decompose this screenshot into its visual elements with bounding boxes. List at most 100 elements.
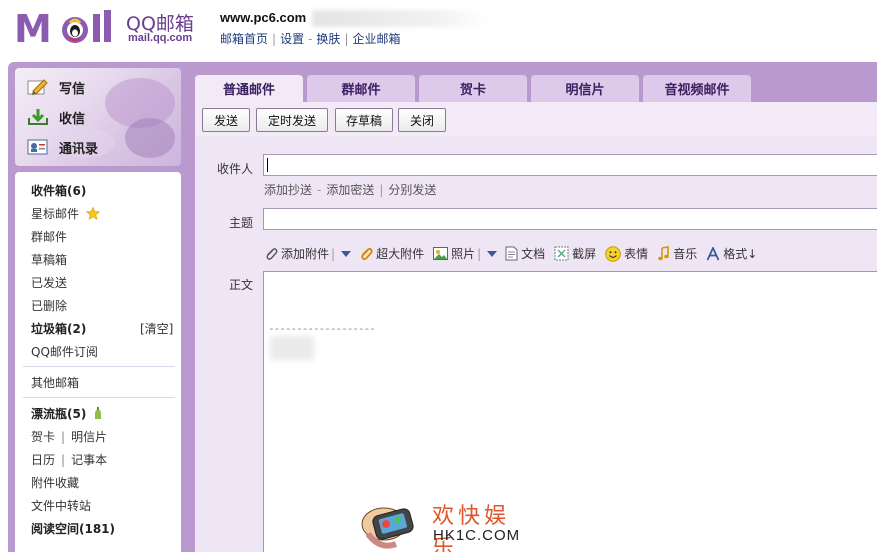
font-format-icon [706,246,720,260]
folder-other-mailboxes[interactable]: 其他邮箱 [31,374,79,391]
photo-tool[interactable]: 照片 [433,245,475,262]
add-attachment-tool[interactable]: 添加附件 [264,245,329,262]
folder-group[interactable]: 群邮件 [31,228,67,245]
calendar-notes-row: 日历 | 记事本 [31,451,107,468]
link-separator: | [344,32,349,46]
link-postcard[interactable]: 明信片 [71,430,107,444]
link-settings[interactable]: 设置 [280,32,304,46]
tool-separator: | [331,246,336,261]
junk-clear-link[interactable]: [清空] [140,320,173,337]
mail-logo-icon: M [14,8,111,50]
tab-group-mail[interactable]: 群邮件 [307,75,415,102]
folder-file-transfer[interactable]: 文件中转站 [31,497,91,514]
bottle-icon [94,407,101,419]
write-button[interactable]: 写信 [27,76,85,98]
link-enterprise-mail[interactable]: 企业邮箱 [352,32,400,46]
account-redaction [312,10,487,27]
folder-junk[interactable]: 垃圾箱(2) [31,320,86,337]
screenshot-tool[interactable]: 截屏 [554,245,596,262]
divider [23,397,175,398]
format-tool[interactable]: 格式↓ [706,245,757,262]
write-label: 写信 [59,81,86,97]
emoji-tool[interactable]: 表情 [605,245,648,262]
to-input[interactable] [263,154,877,176]
star-icon [85,206,100,220]
add-bcc-link[interactable]: 添加密送 [326,183,374,197]
folder-reading-space[interactable]: 阅读空间(181) [31,520,115,537]
folder-inbox[interactable]: 收件箱(6) [31,182,86,199]
contacts-label: 通讯录 [59,141,99,157]
close-button[interactable]: 关闭 [398,108,446,132]
tab-card[interactable]: 贺卡 [419,75,527,102]
folder-drift-bottle[interactable]: 漂流瓶(5) [31,405,102,422]
photo-label: 照片 [451,247,476,261]
top-links: 邮箱首页 | 设置 - 换肤 | 企业邮箱 [220,30,401,47]
document-label: 文档 [521,247,546,261]
watermark: 欢快娱乐 HK1C.COM [360,494,530,552]
signature-redaction [270,336,314,360]
editor-tools: 添加附件 | 超大附件 照片 | 文档 截屏 表情 音乐 格式↓ [264,245,766,262]
folder-sent[interactable]: 已发送 [31,274,67,291]
compose-toolbar: 发送 定时发送 存草稿 关闭 [195,102,877,136]
link-skin[interactable]: 换肤 [316,32,340,46]
add-attachment-label: 添加附件 [281,247,330,261]
folder-drafts[interactable]: 草稿箱 [31,251,67,268]
save-draft-button[interactable]: 存草稿 [335,108,393,132]
paperclip-big-icon [361,247,373,260]
mail-logo[interactable]: M [14,8,124,50]
attachment-dropdown-icon[interactable] [341,250,352,257]
link-notes[interactable]: 记事本 [71,453,107,467]
add-cc-link[interactable]: 添加抄送 [264,183,312,197]
tab-normal-mail[interactable]: 普通邮件 [195,75,303,102]
link-separator: - [308,32,313,46]
tab-postcard[interactable]: 明信片 [531,75,639,102]
write-icon [27,79,48,95]
signature-separator: ------------------- [268,322,376,335]
folder-deleted[interactable]: 已删除 [31,297,67,314]
text-caret [267,158,268,172]
send-button[interactable]: 发送 [202,108,250,132]
link-separator: | [272,32,277,46]
folder-starred[interactable]: 星标邮件 [31,205,100,222]
scheduled-send-button[interactable]: 定时发送 [256,108,328,132]
cc-links: 添加抄送 - 添加密送 | 分别发送 [264,181,436,198]
photo-icon [433,247,449,260]
music-note-icon [658,246,669,261]
big-attachment-label: 超大附件 [376,247,425,261]
folder-list: 收件箱(6) 星标邮件 群邮件 草稿箱 已发送 已删除 垃圾箱(2) [清空] … [15,172,181,552]
pair-separator: | [61,430,66,444]
link-calendar[interactable]: 日历 [31,453,55,467]
scissors-icon [554,246,569,261]
link-card[interactable]: 贺卡 [31,430,55,444]
watermark-en: HK1C.COM [433,527,521,544]
to-label: 收件人 [217,162,254,176]
folder-subscription[interactable]: QQ邮件订阅 [31,343,98,360]
account-name: www.pc6.com [220,10,307,25]
music-label: 音乐 [673,247,698,261]
cc-separator: - [317,183,322,197]
svg-text:M: M [14,8,52,50]
receive-button[interactable]: 收信 [27,106,85,128]
body-editor[interactable]: ------------------- [263,271,877,552]
format-label: 格式↓ [723,247,758,261]
subject-input[interactable] [263,208,877,230]
divider [23,366,175,367]
card-postcard-row: 贺卡 | 明信片 [31,428,107,445]
header: M QQ邮箱 mail.qq.com www.pc6.com 邮箱首页 | 设置 - 换… [0,0,877,62]
contacts-button[interactable]: 通讯录 [27,136,98,158]
receive-icon [28,109,48,125]
tab-av-mail[interactable]: 音视频邮件 [643,75,751,102]
photo-dropdown-icon[interactable] [487,250,498,257]
compose-form: 收件人 添加抄送 - 添加密送 | 分别发送 主题 添加附件 | 超大附件 照片 | 文… [195,136,877,552]
tool-separator: | [477,246,482,261]
paperclip-icon [266,247,278,260]
game-controller-icon [361,507,414,549]
screenshot-label: 截屏 [572,247,597,261]
brand-domain: mail.qq.com [128,32,193,44]
music-tool[interactable]: 音乐 [657,245,697,262]
separate-send-link[interactable]: 分别发送 [388,183,436,197]
big-attachment-tool[interactable]: 超大附件 [359,245,424,262]
link-mail-home[interactable]: 邮箱首页 [220,32,268,46]
folder-attachments[interactable]: 附件收藏 [31,474,79,491]
document-tool[interactable]: 文档 [505,245,545,262]
